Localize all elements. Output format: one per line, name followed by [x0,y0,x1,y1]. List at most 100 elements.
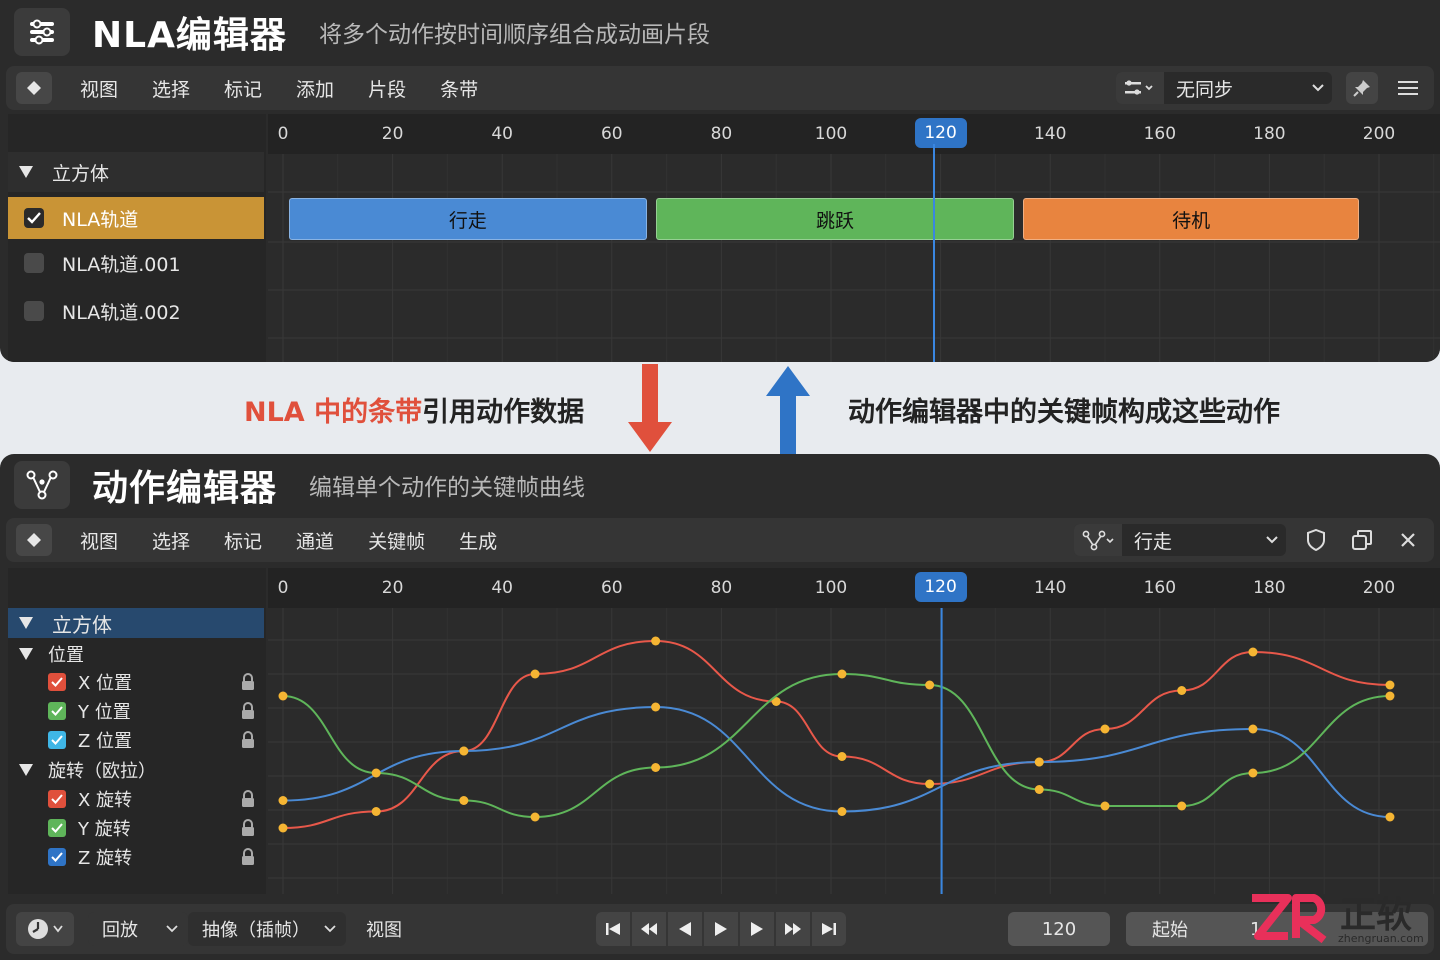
keyframe-point[interactable] [530,812,540,822]
nla-strip-1[interactable]: 跳跃 [656,198,1014,240]
jump-keyframe-back-icon[interactable] [632,912,666,946]
keyframe-point[interactable] [278,823,288,833]
channel-checkbox[interactable] [48,673,66,691]
track-checkbox-2[interactable] [24,301,44,321]
fcurve-graph-area[interactable] [268,608,1440,894]
channel-row-z-location[interactable]: Z 位置 [10,726,264,754]
menu-marker[interactable]: 标记 [224,75,262,102]
menu-keyframe[interactable]: 关键帧 [368,527,425,554]
keyframe-point[interactable] [1100,724,1110,734]
sync-dropdown[interactable]: 无同步 [1116,72,1332,104]
playback-menu[interactable]: 回放 [88,912,188,946]
keyframe-point[interactable] [1385,680,1395,690]
lock-icon[interactable] [240,790,256,808]
expand-triangle-icon[interactable] [18,647,34,661]
channel-checkbox[interactable] [48,848,66,866]
expand-triangle-icon[interactable] [18,616,34,630]
keyframe-point[interactable] [925,779,935,789]
keyframe-point[interactable] [1248,724,1258,734]
lock-icon[interactable] [240,848,256,866]
keyframe-point[interactable] [278,796,288,805]
channel-row-x-rotation[interactable]: X 旋转 [10,785,264,813]
lock-icon[interactable] [240,702,256,720]
channel-checkbox[interactable] [48,819,66,837]
menu-generate[interactable]: 生成 [459,527,497,554]
keyframe-point[interactable] [837,752,847,761]
lock-icon[interactable] [240,819,256,837]
track-checkbox-1[interactable] [24,253,44,273]
close-icon[interactable] [1392,524,1424,556]
nla-timeline-grid[interactable] [268,154,1440,362]
action-frame-ruler[interactable]: 0 20 40 60 80 100 140 160 180 200 120 [268,568,1440,608]
menu-view[interactable]: 视图 [80,527,118,554]
channel-checkbox[interactable] [48,731,66,749]
nla-strip-0[interactable]: 行走 [289,198,647,240]
keyframe-point[interactable] [1177,686,1187,695]
menu-channel[interactable]: 通道 [296,527,334,554]
menu-clip[interactable]: 片段 [368,75,406,102]
keyframe-point[interactable] [459,796,469,805]
hamburger-menu-icon[interactable] [1392,72,1424,104]
channel-row-y-location[interactable]: Y 位置 [10,697,264,725]
current-frame-field[interactable]: 120 [1008,912,1110,946]
action-object-row[interactable]: 立方体 [8,608,264,638]
keyframe-point[interactable] [530,669,540,679]
menu-select[interactable]: 选择 [152,75,190,102]
jump-end-icon[interactable] [812,912,846,946]
channel-checkbox[interactable] [48,702,66,720]
lock-icon[interactable] [240,731,256,749]
keyframe-point[interactable] [1248,768,1258,778]
keyframe-point[interactable] [1177,801,1187,811]
keyframe-point[interactable] [1034,785,1044,794]
shield-icon[interactable] [1300,524,1332,556]
keyframe-point[interactable] [651,636,661,646]
channel-checkbox[interactable] [48,790,66,808]
keyframe-point[interactable] [371,807,381,816]
nla-strip-2[interactable]: 待机 [1023,198,1360,240]
menu-strip[interactable]: 条带 [440,75,478,102]
play-reverse-icon[interactable] [668,912,702,946]
keyframe-point[interactable] [837,807,847,816]
keyframe-point[interactable] [925,680,935,690]
keyframe-point[interactable] [371,768,381,778]
lock-icon[interactable] [240,673,256,691]
group-row-location[interactable]: 位置 [10,640,264,668]
jump-keyframe-forward-icon[interactable] [776,912,810,946]
keyframe-point[interactable] [459,746,469,756]
keyframe-point[interactable] [651,702,661,712]
keyframe-point[interactable] [278,691,288,701]
expand-triangle-icon[interactable] [18,165,34,179]
keyframe-point[interactable] [1248,647,1258,657]
keying-menu[interactable]: 抽像（插帧） [188,912,346,946]
group-row-rotation[interactable]: 旋转（欧拉） [10,756,264,784]
nla-track-2[interactable]: NLA轨道.002 [8,290,264,332]
current-frame-badge[interactable]: 120 [914,572,967,602]
nla-frame-ruler[interactable]: 0 20 40 60 80 100 140 160 180 200 120 [268,114,1440,154]
expand-triangle-icon[interactable] [18,763,34,777]
editor-mode-icon[interactable] [16,72,52,104]
keyframe-point[interactable] [1385,691,1395,701]
current-frame-badge[interactable]: 120 [914,118,967,148]
nla-editor-icon[interactable] [14,8,70,56]
pin-icon[interactable] [1346,72,1378,104]
channel-row-x-location[interactable]: X 位置 [10,668,264,696]
channel-row-y-rotation[interactable]: Y 旋转 [10,814,264,842]
nla-track-1[interactable]: NLA轨道.001 [8,242,264,284]
action-dropdown[interactable]: 行走 [1074,524,1286,556]
keyframe-point[interactable] [1100,801,1110,811]
menu-add[interactable]: 添加 [296,75,334,102]
step-forward-icon[interactable] [740,912,774,946]
action-editor-icon[interactable] [14,461,70,509]
nla-track-0[interactable]: NLA轨道 [8,197,264,239]
nla-object-row[interactable]: 立方体 [8,152,264,192]
keyframe-point[interactable] [837,669,847,679]
keyframe-point[interactable] [651,763,661,772]
editor-type-dropdown[interactable] [16,912,74,946]
menu-marker[interactable]: 标记 [224,527,262,554]
view-menu[interactable]: 视图 [358,912,418,946]
play-icon[interactable] [704,912,738,946]
channel-row-z-rotation[interactable]: Z 旋转 [10,843,264,871]
nla-playhead-line[interactable] [933,144,935,362]
keyframe-point[interactable] [1385,812,1395,822]
track-checkbox-0[interactable] [24,208,44,228]
